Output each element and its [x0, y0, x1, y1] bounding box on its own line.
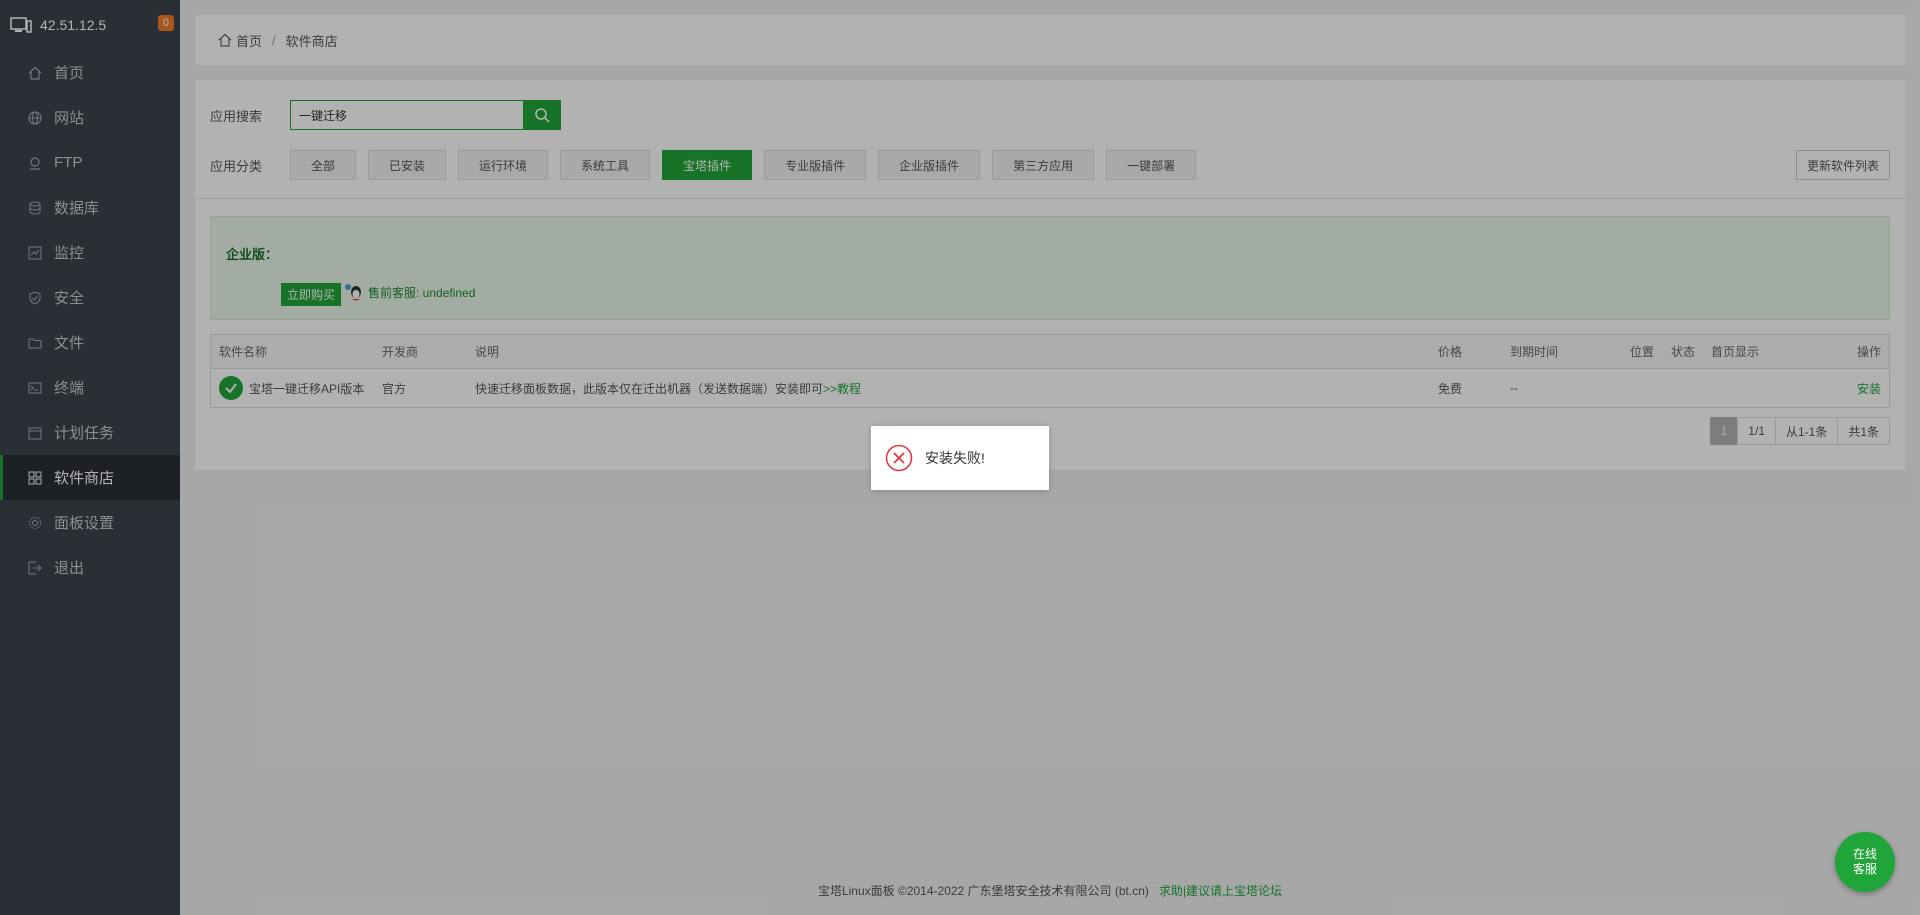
error-icon	[885, 444, 913, 472]
support-line1: 在线	[1852, 847, 1877, 861]
online-support-button[interactable]: 在线 客服	[1835, 832, 1895, 892]
error-toast: 安装失败!	[871, 426, 1049, 490]
support-label: 在线 客服	[1853, 847, 1877, 877]
toast-message: 安装失败!	[925, 450, 985, 466]
support-line2: 客服	[1852, 862, 1877, 876]
